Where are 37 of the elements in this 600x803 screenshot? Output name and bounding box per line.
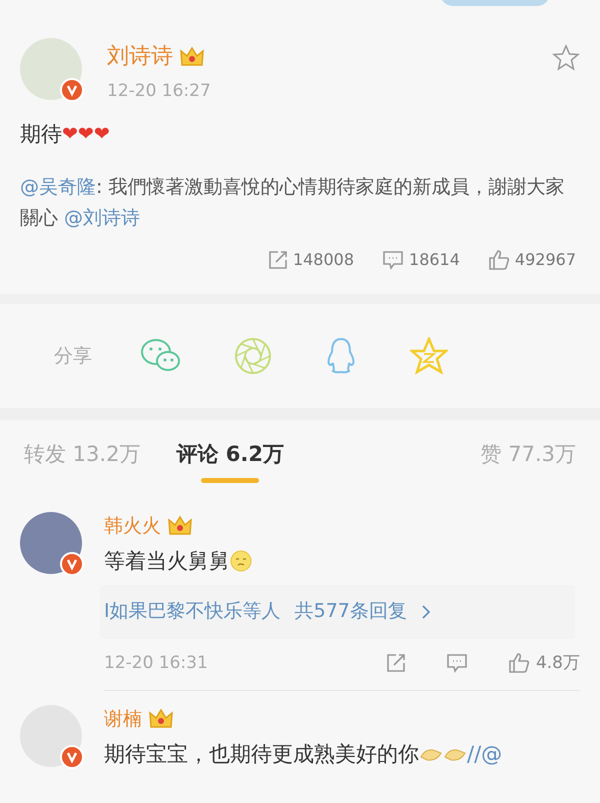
- share-icon[interactable]: [268, 250, 288, 270]
- thumbs-up-icon[interactable]: [488, 249, 510, 271]
- repost-count: 148008: [292, 249, 354, 271]
- post-text: 期待: [20, 120, 62, 148]
- verified-badge-icon: [60, 745, 84, 769]
- commenter-name[interactable]: 谢楠: [104, 705, 142, 734]
- favorite-star-icon[interactable]: [552, 44, 580, 72]
- verified-badge-icon: [60, 552, 84, 576]
- crown-icon: [179, 44, 205, 68]
- post-time: 12-20 16:27: [107, 80, 212, 103]
- commenter-name[interactable]: 韩火火: [104, 512, 161, 540]
- aperture-icon[interactable]: [234, 337, 272, 375]
- mention-link[interactable]: //@: [467, 740, 502, 768]
- author-name[interactable]: 刘诗诗: [107, 40, 173, 73]
- tab[interactable]: 赞 77.3万: [480, 440, 576, 483]
- share-icon[interactable]: [386, 653, 406, 674]
- comment-count: 18614: [409, 249, 460, 271]
- tab[interactable]: 转发 13.2万: [24, 440, 140, 483]
- comment-icon[interactable]: [382, 250, 404, 270]
- star-icon[interactable]: [410, 337, 448, 375]
- verified-badge-icon: [60, 78, 84, 102]
- chevron-right-icon: [420, 604, 431, 620]
- tab[interactable]: 评论 6.2万: [176, 440, 284, 483]
- mention-link[interactable]: @刘诗诗: [64, 207, 140, 229]
- replies-link[interactable]: I如果巴黎不快乐等人 共577条回复: [100, 584, 575, 638]
- repost-text: @吴奇隆: 我們懷著激動喜悅的心情期待家庭的新成員，謝謝大家關心 @刘诗诗: [19, 175, 566, 231]
- like-count: 492967: [514, 249, 576, 271]
- mention-link[interactable]: @吴奇隆: [20, 176, 96, 198]
- share-label: 分享: [54, 344, 92, 369]
- comment-text: 期待宝宝，也期待更成熟美好的你: [104, 740, 419, 768]
- comment-icon[interactable]: [446, 653, 468, 674]
- comment-text: 等着当火舅舅: [104, 548, 230, 574]
- thumbs-up-icon[interactable]: [508, 652, 530, 674]
- heart-emoji: ❤❤❤: [62, 122, 110, 147]
- emoji-face-icon: [230, 550, 252, 572]
- comment-time: 12-20 16:31: [104, 652, 208, 674]
- like-count: 4.8万: [536, 652, 580, 674]
